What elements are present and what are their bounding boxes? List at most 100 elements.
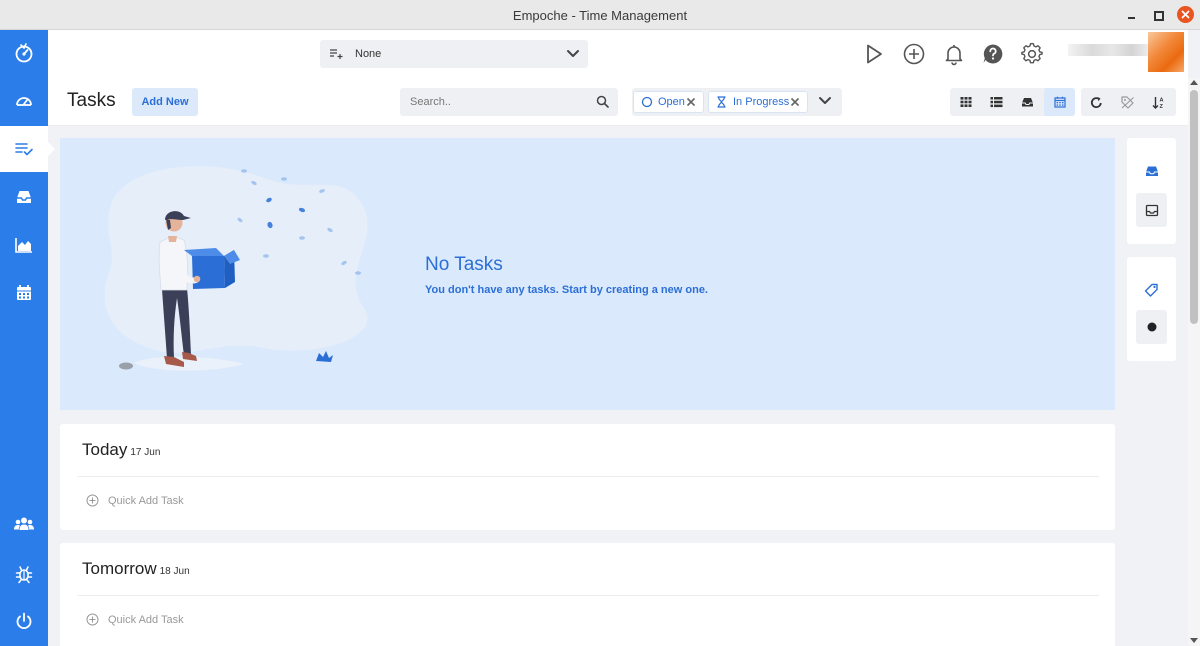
refresh-button[interactable] bbox=[1081, 88, 1112, 116]
remove-filter-icon[interactable] bbox=[789, 96, 801, 108]
minimize-button[interactable] bbox=[1124, 7, 1140, 23]
tasks-header: Tasks Add New Open In Progress bbox=[48, 78, 1188, 126]
maximize-button[interactable] bbox=[1150, 7, 1166, 23]
help-icon bbox=[983, 44, 1003, 64]
chevron-down-icon bbox=[567, 50, 579, 57]
right-panel-tags bbox=[1127, 257, 1176, 361]
sort-icon: AZ bbox=[1152, 96, 1163, 109]
filter-chip-label: In Progress bbox=[733, 96, 790, 108]
inbox-icon bbox=[1145, 166, 1158, 176]
view-inbox-button[interactable] bbox=[1012, 88, 1043, 116]
filter-chip-open[interactable]: Open bbox=[633, 91, 704, 113]
help-button[interactable] bbox=[981, 42, 1005, 66]
inbox-icon bbox=[17, 191, 31, 203]
empty-state-subtitle: You don't have any tasks. Start by creat… bbox=[425, 284, 708, 296]
grid-view-icon bbox=[960, 97, 971, 107]
project-selector-value: None bbox=[355, 48, 382, 60]
list-tools: AZ bbox=[1081, 88, 1176, 116]
search-box bbox=[400, 88, 618, 116]
quick-add-task[interactable]: Quick Add Task bbox=[86, 613, 184, 626]
archive-filter-button[interactable] bbox=[1136, 193, 1167, 227]
day-card-tomorrow: Tomorrow 18 Jun Quick Add Task bbox=[60, 543, 1115, 646]
top-bar: None bbox=[48, 30, 1188, 78]
power-icon bbox=[16, 612, 32, 630]
sort-button[interactable]: AZ bbox=[1143, 88, 1174, 116]
sidebar-item-calendar[interactable] bbox=[0, 270, 48, 316]
inbox-filter-button[interactable] bbox=[1136, 154, 1167, 188]
sidebar-logo[interactable] bbox=[0, 30, 48, 76]
quick-add-label: Quick Add Task bbox=[108, 494, 184, 507]
divider bbox=[78, 595, 1099, 596]
avatar[interactable] bbox=[1148, 32, 1184, 72]
scroll-up-arrow[interactable] bbox=[1190, 80, 1198, 85]
scrollbar[interactable] bbox=[1188, 78, 1200, 646]
dashboard-icon bbox=[16, 97, 32, 106]
search-input[interactable] bbox=[410, 95, 590, 109]
sidebar bbox=[0, 30, 55, 646]
refresh-icon bbox=[1090, 96, 1102, 108]
view-grid-button[interactable] bbox=[950, 88, 981, 116]
color-filter-button[interactable] bbox=[1136, 310, 1167, 344]
right-panel-inbox bbox=[1127, 138, 1176, 244]
logo-icon bbox=[15, 43, 33, 63]
project-selector[interactable]: None bbox=[320, 40, 588, 68]
bell-icon bbox=[945, 45, 963, 66]
inbox-view-icon bbox=[1022, 98, 1033, 107]
status-filter[interactable]: Open In Progress bbox=[632, 88, 842, 116]
view-list-button[interactable] bbox=[981, 88, 1012, 116]
tag-filter-icon bbox=[1120, 95, 1134, 109]
svg-text:A: A bbox=[1159, 97, 1163, 103]
quick-add-task[interactable]: Quick Add Task bbox=[86, 494, 184, 507]
window-title: Empoche - Time Management bbox=[512, 8, 688, 23]
settings-button[interactable] bbox=[1020, 42, 1044, 66]
calendar-view-icon bbox=[1053, 96, 1066, 108]
filter-chip-label: Open bbox=[658, 96, 685, 108]
view-switcher bbox=[950, 88, 1075, 116]
search-icon[interactable] bbox=[596, 95, 609, 108]
tasks-icon bbox=[15, 143, 33, 156]
day-label: Tomorrow bbox=[82, 559, 157, 578]
dot-icon bbox=[1147, 322, 1156, 332]
notifications-button[interactable] bbox=[942, 42, 966, 66]
tag-filter-button[interactable] bbox=[1112, 88, 1143, 116]
list-view-icon bbox=[990, 97, 1003, 108]
day-card-today: Today 17 Jun Quick Add Task bbox=[60, 424, 1115, 530]
window-titlebar: Empoche - Time Management bbox=[0, 0, 1200, 30]
close-icon bbox=[1181, 10, 1190, 19]
empty-state-panel: No Tasks You don't have any tasks. Start… bbox=[60, 138, 1115, 410]
divider bbox=[78, 476, 1099, 477]
filter-chip-in-progress[interactable]: In Progress bbox=[708, 91, 808, 113]
add-circle-icon bbox=[86, 613, 99, 626]
add-entry-button[interactable] bbox=[902, 42, 926, 66]
calendar-icon bbox=[17, 285, 31, 300]
scrollbar-thumb[interactable] bbox=[1190, 90, 1198, 324]
page-title: Tasks bbox=[67, 90, 116, 111]
user-name-blurred bbox=[1068, 44, 1148, 56]
circle-outline-icon bbox=[641, 96, 653, 108]
sidebar-item-team[interactable] bbox=[0, 501, 48, 547]
view-calendar-button[interactable] bbox=[1044, 88, 1075, 116]
add-new-button[interactable]: Add New bbox=[132, 88, 198, 116]
close-window-button[interactable] bbox=[1177, 6, 1194, 23]
play-icon bbox=[867, 44, 882, 64]
sidebar-item-inbox[interactable] bbox=[0, 174, 48, 220]
hourglass-icon bbox=[717, 96, 726, 108]
tags-button[interactable] bbox=[1136, 273, 1167, 307]
day-title: Tomorrow 18 Jun bbox=[82, 559, 190, 579]
sidebar-item-logout[interactable] bbox=[0, 598, 48, 644]
quick-add-label: Quick Add Task bbox=[108, 613, 184, 626]
team-icon bbox=[14, 517, 34, 530]
svg-text:Z: Z bbox=[1159, 104, 1163, 109]
reports-icon bbox=[15, 238, 32, 253]
scroll-down-arrow[interactable] bbox=[1190, 638, 1198, 643]
sidebar-item-dashboard[interactable] bbox=[0, 78, 48, 124]
sidebar-item-bug-report[interactable] bbox=[0, 551, 48, 597]
chevron-down-icon[interactable] bbox=[818, 95, 832, 107]
sidebar-item-tasks[interactable] bbox=[0, 126, 55, 172]
day-date: 17 Jun bbox=[130, 447, 161, 458]
playlist-add-icon bbox=[330, 49, 343, 59]
day-label: Today bbox=[82, 440, 128, 459]
remove-filter-icon[interactable] bbox=[685, 96, 697, 108]
start-timer-button[interactable] bbox=[862, 42, 886, 66]
sidebar-item-reports[interactable] bbox=[0, 222, 48, 268]
